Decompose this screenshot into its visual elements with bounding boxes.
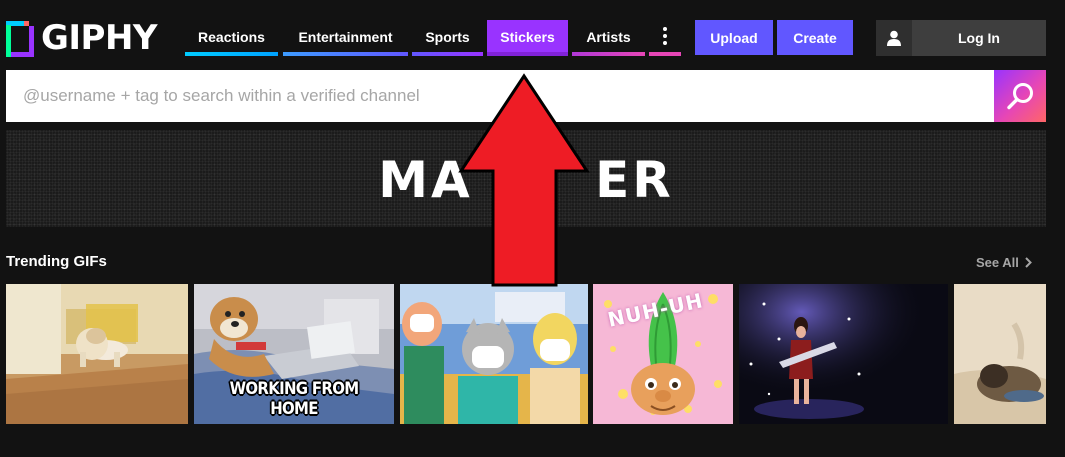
nav-reactions-label: Reactions — [198, 29, 265, 45]
create-button[interactable]: Create — [777, 20, 853, 55]
trending-gif-item[interactable] — [954, 284, 1046, 424]
nav-stickers[interactable]: Stickers — [487, 20, 568, 56]
search-input[interactable] — [6, 70, 994, 122]
upload-button-label: Upload — [710, 29, 758, 46]
nav-artists-underline — [572, 52, 645, 56]
trending-gif-item[interactable]: WORKING FROM HOME — [194, 284, 394, 424]
trending-gif-item[interactable]: NUH-UH — [593, 284, 733, 424]
nav-sports-underline — [412, 52, 483, 56]
promo-banner[interactable]: MA ER — [6, 130, 1046, 227]
nav-reactions[interactable]: Reactions — [185, 20, 278, 56]
nav-more-underline — [649, 52, 681, 56]
nav-entertainment-label: Entertainment — [298, 29, 393, 45]
giphy-page: GIPHY Reactions Entertainment Sports Sti… — [0, 0, 1065, 457]
upload-button[interactable]: Upload — [695, 20, 773, 55]
cartoon-masks-gif — [400, 284, 588, 424]
nav-sports-label: Sports — [425, 29, 470, 45]
nav-stickers-underline — [487, 52, 568, 56]
trending-gif-item[interactable] — [739, 284, 948, 424]
corgi-puppy-gif — [6, 284, 188, 424]
user-icon — [876, 20, 912, 56]
dog-on-beach-gif — [954, 284, 1046, 424]
giphy-logo-icon — [6, 20, 34, 57]
nav-entertainment-underline — [283, 52, 408, 56]
create-button-label: Create — [793, 29, 837, 46]
see-all-link[interactable]: See All — [976, 253, 1032, 271]
trending-gif-item[interactable] — [400, 284, 588, 424]
singer-on-stage-gif — [739, 284, 948, 424]
nav-stickers-label: Stickers — [500, 29, 555, 45]
search-icon — [1007, 83, 1033, 110]
giphy-logo[interactable]: GIPHY — [6, 18, 158, 58]
trending-gifs-title: Trending GIFs — [6, 253, 107, 270]
logo-wordmark: GIPHY — [41, 18, 158, 58]
login-label: Log In — [958, 30, 1000, 46]
more-vertical-icon — [663, 27, 667, 45]
chevron-right-icon — [1025, 256, 1032, 268]
search-button[interactable] — [994, 70, 1046, 122]
nav-sports[interactable]: Sports — [412, 20, 483, 56]
banner-title: MA ER — [378, 150, 674, 209]
nav-reactions-underline — [185, 52, 278, 56]
nav-entertainment[interactable]: Entertainment — [283, 20, 408, 56]
nav-more-button[interactable] — [649, 20, 681, 56]
login-button[interactable]: Log In — [876, 20, 1046, 56]
gif-caption: WORKING FROM HOME — [229, 379, 360, 419]
trending-gif-item[interactable] — [6, 284, 188, 424]
nav-artists[interactable]: Artists — [572, 20, 645, 56]
nav-artists-label: Artists — [586, 29, 631, 45]
see-all-label: See All — [976, 254, 1019, 270]
